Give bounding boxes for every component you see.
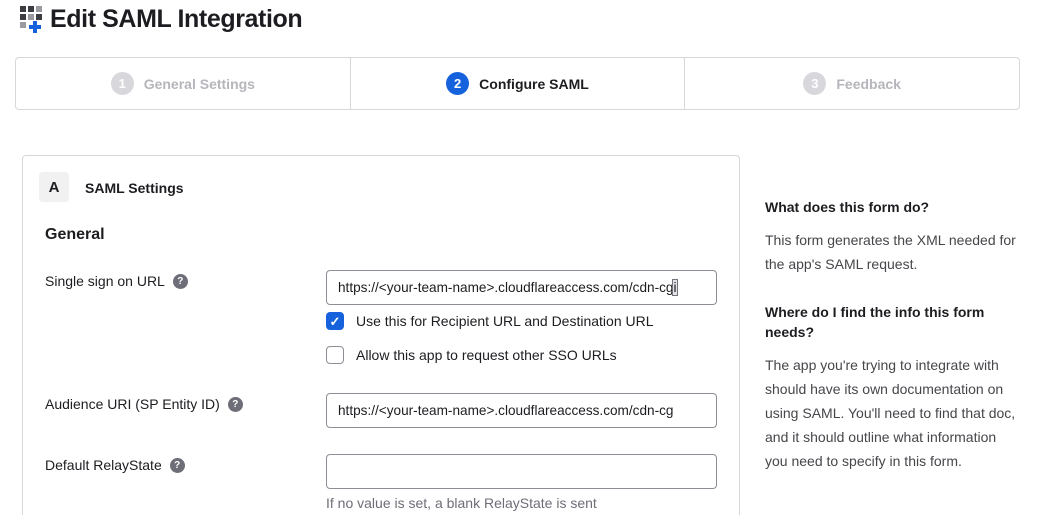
general-group-heading: General — [45, 226, 105, 244]
sidebar-paragraph-where: The app you're trying to integrate with … — [765, 353, 1017, 473]
step-configure-saml[interactable]: 2 Configure SAML — [350, 58, 685, 109]
single-sign-on-url-label: Single sign on URL — [45, 273, 165, 289]
audience-uri-label-row: Audience URI (SP Entity ID) ? — [45, 396, 243, 412]
section-a-badge: A — [39, 172, 69, 202]
other-sso-urls-checkbox-label[interactable]: Allow this app to request other SSO URLs — [356, 347, 617, 363]
single-sign-on-url-input[interactable]: https://<your-team-name>.cloudflareacces… — [326, 270, 717, 305]
sidebar-paragraph-what: This form generates the XML needed for t… — [765, 228, 1017, 276]
sidebar-heading-where: Where do I find the info this form needs… — [765, 302, 1017, 342]
default-relaystate-label: Default RelayState — [45, 457, 162, 473]
text-cursor: i — [673, 280, 676, 295]
edit-saml-integration-page: Edit SAML Integration 1 General Settings… — [0, 0, 1063, 515]
help-sidebar: What does this form do? This form genera… — [765, 197, 1017, 473]
help-icon[interactable]: ? — [228, 397, 243, 412]
audience-uri-label: Audience URI (SP Entity ID) — [45, 396, 220, 412]
step-1-number-badge: 1 — [111, 72, 134, 95]
single-sign-on-url-label-row: Single sign on URL ? — [45, 273, 188, 289]
audience-uri-input[interactable]: https://<your-team-name>.cloudflareacces… — [326, 393, 717, 428]
step-3-number-badge: 3 — [803, 72, 826, 95]
default-relaystate-input[interactable] — [326, 454, 717, 489]
page-header: Edit SAML Integration — [20, 4, 302, 34]
recipient-destination-checkbox[interactable]: ✓ — [326, 312, 344, 330]
other-sso-urls-checkbox-row[interactable]: Allow this app to request other SSO URLs — [326, 346, 617, 364]
recipient-destination-checkbox-row[interactable]: ✓ Use this for Recipient URL and Destina… — [326, 312, 654, 330]
add-application-grid-icon — [20, 4, 48, 34]
step-3-label: Feedback — [836, 76, 901, 92]
sidebar-heading-what: What does this form do? — [765, 197, 1017, 217]
step-2-number-badge: 2 — [446, 72, 469, 95]
section-title: SAML Settings — [85, 180, 184, 196]
step-feedback[interactable]: 3 Feedback — [684, 58, 1019, 109]
wizard-stepper: 1 General Settings 2 Configure SAML 3 Fe… — [15, 57, 1020, 110]
single-sign-on-url-value: https://<your-team-name>.cloudflareacces… — [338, 280, 673, 295]
step-general-settings[interactable]: 1 General Settings — [16, 58, 350, 109]
step-1-label: General Settings — [144, 76, 255, 92]
other-sso-urls-checkbox[interactable] — [326, 346, 344, 364]
audience-uri-value: https://<your-team-name>.cloudflareacces… — [338, 403, 673, 418]
step-2-label: Configure SAML — [479, 76, 589, 92]
page-title: Edit SAML Integration — [50, 5, 302, 34]
recipient-destination-checkbox-label[interactable]: Use this for Recipient URL and Destinati… — [356, 313, 654, 329]
help-icon[interactable]: ? — [170, 458, 185, 473]
default-relaystate-label-row: Default RelayState ? — [45, 457, 185, 473]
checkmark-icon: ✓ — [330, 315, 341, 328]
default-relaystate-helper-text: If no value is set, a blank RelayState i… — [326, 495, 597, 511]
help-icon[interactable]: ? — [173, 274, 188, 289]
saml-settings-panel: A SAML Settings General Single sign on U… — [22, 155, 740, 515]
